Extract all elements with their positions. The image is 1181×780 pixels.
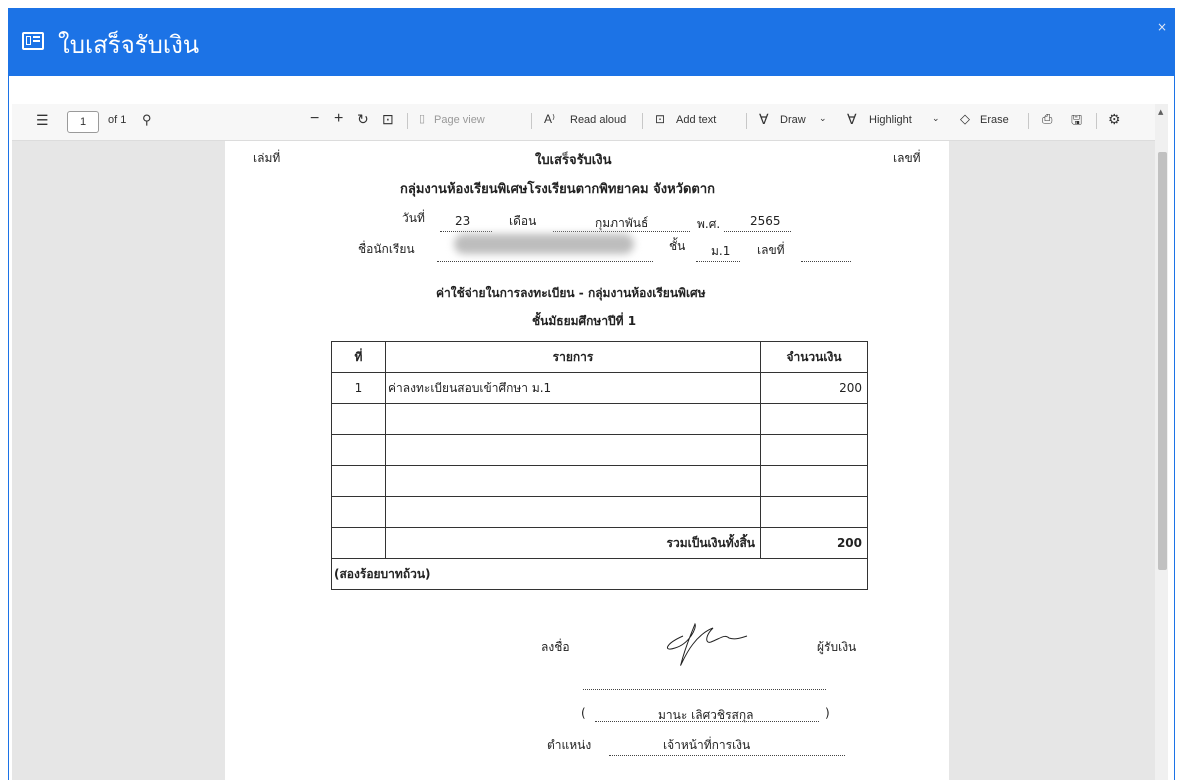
table-row	[331, 496, 868, 528]
draw-button[interactable]: Draw	[780, 114, 806, 126]
paren-open: (	[581, 706, 586, 720]
row-amount: 200	[760, 372, 868, 404]
section-heading: ค่าใช้จ่ายในการลงทะเบียน - กลุ่มงานห้องเ…	[436, 286, 706, 300]
search-icon[interactable]: ⚲	[142, 112, 152, 128]
table-header: จำนวนเงิน	[760, 341, 868, 373]
student-name-label: ชื่อนักเรียน	[358, 242, 415, 256]
position-value: เจ้าหน้าที่การเงิน	[663, 738, 751, 752]
receiver-label: ผู้รับเงิน	[817, 640, 857, 654]
row-item: ค่าลงทะเบียนสอบเข้าศึกษา ม.1	[385, 372, 761, 404]
page-number-input[interactable]: 1	[67, 111, 99, 133]
table-row	[331, 434, 868, 466]
highlight-button[interactable]: Highlight	[869, 114, 912, 126]
scroll-up-icon[interactable]: ▲	[1158, 108, 1163, 116]
year-label: พ.ศ.	[697, 217, 721, 231]
read-aloud-button[interactable]: Read aloud	[570, 114, 626, 126]
close-icon[interactable]: ×	[1157, 20, 1167, 34]
zoom-in-icon[interactable]: +	[334, 110, 343, 128]
receipt-number-label: เลขที่	[893, 151, 921, 165]
paren-close: )	[825, 706, 830, 720]
total-amount: 200	[760, 527, 868, 559]
window-title: ใบเสร็จรับเงิน	[58, 31, 200, 59]
chevron-down-icon[interactable]: ⌄	[932, 113, 940, 124]
receipt-title: ใบเสร็จรับเงิน	[535, 153, 612, 168]
zoom-out-icon[interactable]: −	[310, 110, 319, 128]
table-row	[331, 403, 868, 435]
sign-label: ลงชื่อ	[541, 640, 570, 654]
pdf-toolbar: ☰ 1 of 1 ⚲ − + ↻ ⊡ ▯ Page view A⁾ Read a…	[12, 104, 1155, 141]
table-of-contents-icon[interactable]: ☰	[36, 112, 49, 129]
page-view-button[interactable]: Page view	[434, 114, 485, 126]
table-header: รายการ	[385, 341, 761, 373]
chevron-down-icon[interactable]: ⌄	[819, 113, 827, 124]
signature-image	[667, 622, 748, 666]
page-count: of 1	[108, 114, 127, 126]
student-name-redacted	[454, 234, 634, 254]
day-label: วันที่	[402, 211, 425, 225]
page-view-icon: ▯	[419, 113, 426, 125]
pdf-page: เล่มที่ เลขที่ ใบเสร็จรับเงิน กลุ่มงานห้…	[225, 141, 949, 780]
year-value: 2565	[750, 214, 781, 228]
add-text-button[interactable]: Add text	[676, 114, 716, 126]
pdf-viewer: ☰ 1 of 1 ⚲ − + ↻ ⊡ ▯ Page view A⁾ Read a…	[12, 104, 1168, 780]
month-label: เดือน	[509, 214, 537, 228]
row-number: 1	[331, 372, 386, 404]
print-icon[interactable]: ⎙	[1042, 111, 1052, 127]
add-text-icon: ⊡	[655, 112, 666, 126]
organization-name: กลุ่มงานห้องเรียนพิเศษโรงเรียนตากพิทยาคม…	[400, 182, 716, 197]
items-table: ที่ รายการ จำนวนเงิน 1 ค่าลงทะเบียนสอบเข…	[331, 341, 868, 590]
vertical-scrollbar[interactable]: ▲	[1155, 104, 1168, 780]
highlight-icon: ∀	[847, 111, 857, 127]
total-label: รวมเป็นเงินทั้งสิ้น	[385, 527, 761, 559]
window-titlebar: ใบเสร็จรับเงิน ×	[8, 8, 1175, 76]
scrollbar-thumb[interactable]	[1158, 152, 1167, 570]
read-aloud-icon: A⁾	[544, 112, 555, 126]
table-header: ที่	[331, 341, 386, 373]
signer-name: มานะ เลิศวชิรสกุล	[658, 708, 754, 722]
save-icon[interactable]: 🖫	[1071, 111, 1082, 133]
draw-icon: ∀	[759, 111, 769, 127]
table-row: 1 ค่าลงทะเบียนสอบเข้าศึกษา ม.1 200	[331, 372, 868, 404]
erase-button[interactable]: Erase	[980, 114, 1009, 126]
receipt-icon	[22, 32, 44, 50]
settings-icon[interactable]: ⚙	[1108, 111, 1121, 128]
amount-in-words: (สองร้อยบาทถ้วน)	[331, 558, 868, 590]
table-row	[331, 465, 868, 497]
section-subheading: ชั้นมัธยมศึกษาปีที่ 1	[532, 314, 637, 328]
class-value: ม.1	[711, 244, 731, 258]
fit-page-icon[interactable]: ⊡	[382, 111, 394, 128]
day-value: 23	[455, 214, 471, 228]
book-label: เล่มที่	[253, 151, 281, 165]
class-label: ชั้น	[669, 239, 686, 253]
position-label: ตำแหน่ง	[547, 738, 592, 752]
rotate-icon[interactable]: ↻	[357, 111, 369, 128]
eraser-icon: ◇	[960, 111, 970, 126]
student-number-label: เลขที่	[757, 243, 785, 257]
